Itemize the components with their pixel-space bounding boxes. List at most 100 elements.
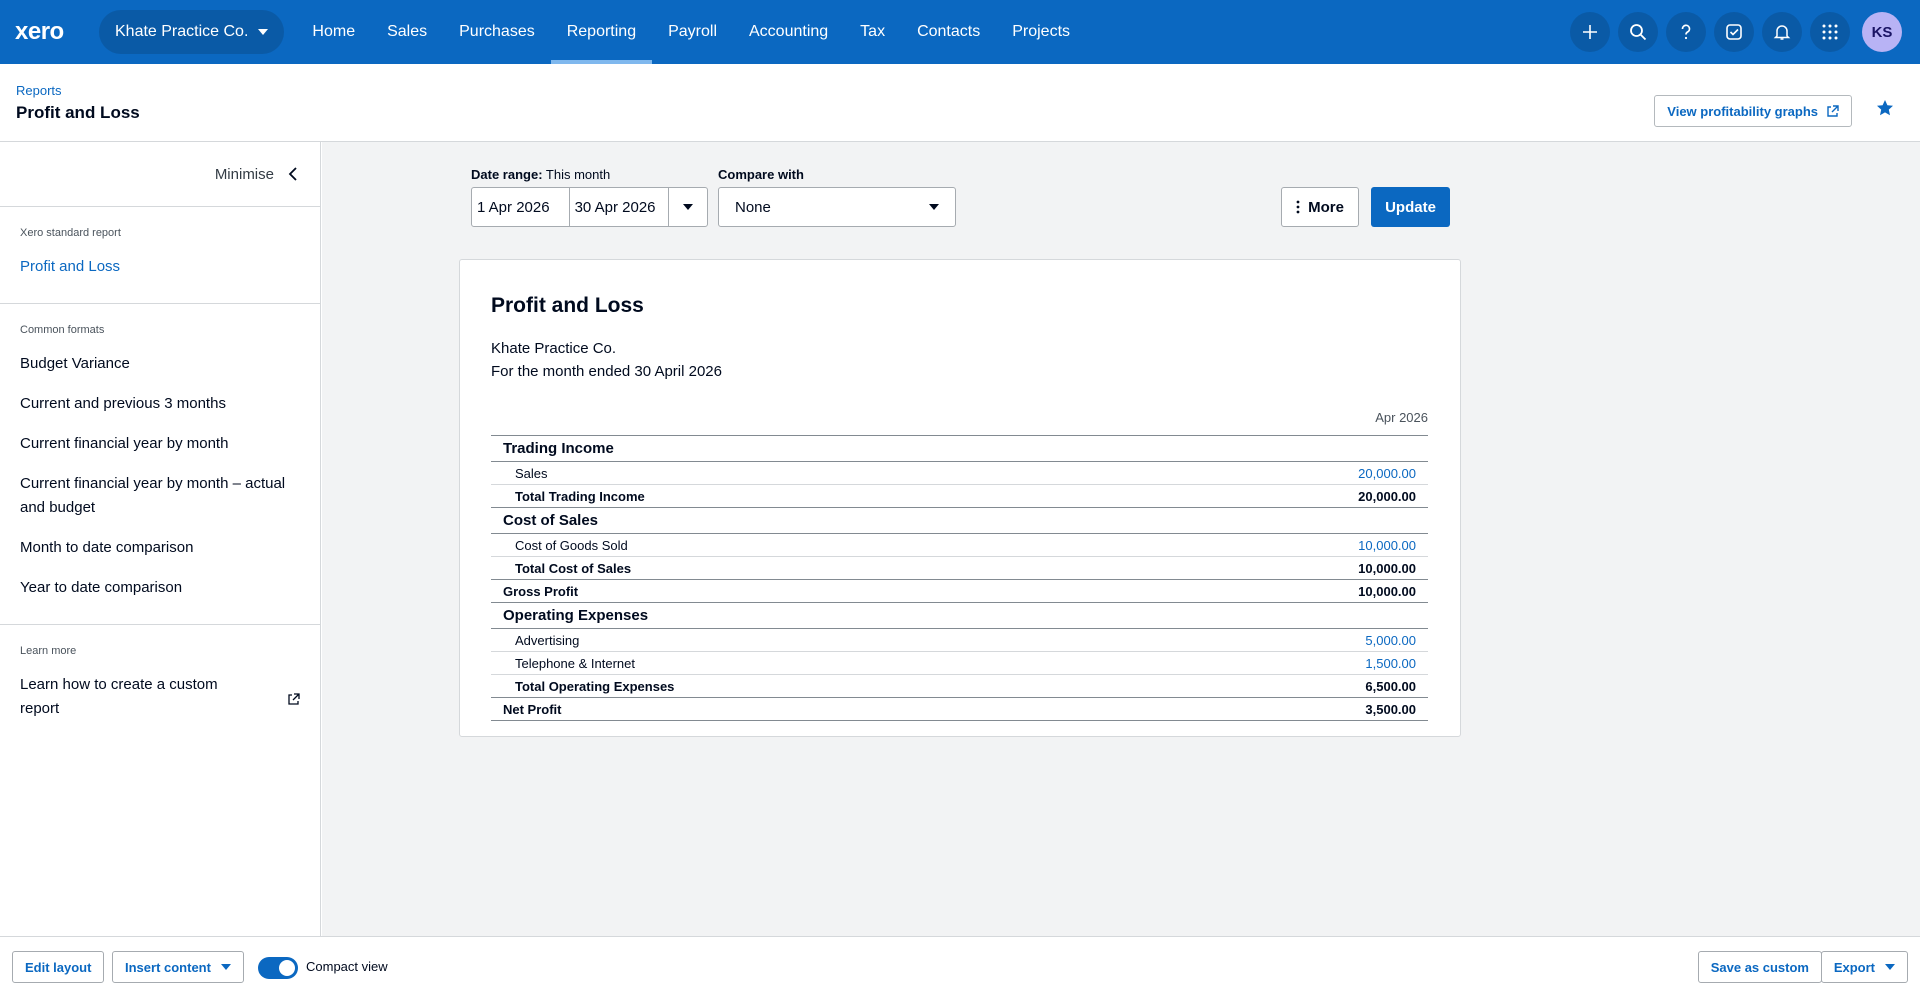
- report-row-summary: Gross Profit 10,000.00: [491, 580, 1428, 603]
- sidebar-item-current-financial-year-by-month[interactable]: Current financial year by month: [20, 426, 300, 466]
- section-heading: Learn more: [20, 645, 77, 657]
- report-column-header: Apr 2026: [1375, 410, 1428, 425]
- report-row-section: Cost of Sales: [491, 508, 1428, 534]
- report-row-item: Telephone & Internet 1,500.00: [491, 652, 1428, 675]
- compare-with-value: None: [735, 198, 771, 216]
- report-row-summary: Net Profit 3,500.00: [491, 698, 1428, 721]
- compare-with-label: Compare with: [718, 167, 804, 182]
- nav-payroll[interactable]: Payroll: [652, 0, 733, 64]
- nav-projects[interactable]: Projects: [996, 0, 1086, 64]
- report-row-label: Gross Profit: [503, 583, 579, 599]
- section-heading: Common formats: [20, 324, 105, 336]
- date-to-field[interactable]: 30 Apr 2026: [570, 188, 670, 226]
- apps-grid-icon[interactable]: [1810, 12, 1850, 52]
- external-link-icon: [1827, 104, 1839, 117]
- update-button[interactable]: Update: [1371, 187, 1450, 227]
- chevron-left-icon: [288, 167, 297, 181]
- nav-accounting[interactable]: Accounting: [733, 0, 844, 64]
- common-formats-section: Common formats Budget Variance Current a…: [0, 304, 320, 625]
- insert-content-label: Insert content: [125, 959, 211, 975]
- minimise-label: Minimise: [214, 165, 274, 183]
- report-row-total: Total Operating Expenses 6,500.00: [491, 675, 1428, 698]
- report-organisation: Khate Practice Co.: [491, 340, 617, 357]
- report-row-label: Total Cost of Sales: [515, 560, 632, 576]
- date-range-label: Date range: This month: [471, 167, 610, 182]
- nav-contacts[interactable]: Contacts: [901, 0, 996, 64]
- report-row-item: Sales 20,000.00: [491, 462, 1428, 485]
- help-icon[interactable]: [1666, 12, 1706, 52]
- sidebar-item-actual-and-budget[interactable]: Current financial year by month – actual…: [20, 466, 300, 530]
- save-as-custom-button[interactable]: Save as custom: [1697, 951, 1822, 983]
- chevron-down-icon: [929, 204, 939, 210]
- sidebar-item-year-to-date-comparison[interactable]: Year to date comparison: [20, 570, 300, 610]
- section-heading: Xero standard report: [20, 227, 121, 239]
- report-main: Date range: This month 1 Apr 2026 30 Apr…: [322, 142, 1920, 936]
- xero-logo[interactable]: xero: [15, 18, 81, 46]
- report-row-label: Total Trading Income: [515, 488, 645, 504]
- date-from-field[interactable]: 1 Apr 2026: [472, 188, 570, 226]
- top-navigation: xero Khate Practice Co. Home Sales Purch…: [0, 0, 1920, 64]
- report-row-label: Operating Expenses: [503, 607, 649, 624]
- sidebar-item-budget-variance[interactable]: Budget Variance: [20, 346, 300, 386]
- report-row-label: Telephone & Internet: [515, 655, 635, 671]
- organisation-switcher[interactable]: Khate Practice Co.: [99, 10, 285, 54]
- plus-icon[interactable]: [1570, 12, 1610, 52]
- insert-content-button[interactable]: Insert content: [112, 951, 244, 983]
- report-title: Profit and Loss: [491, 294, 644, 317]
- report-row-value[interactable]: 1,500.00: [1365, 656, 1416, 671]
- nav-icon-group: KS: [1570, 0, 1920, 64]
- compare-with-select[interactable]: None: [718, 187, 956, 227]
- report-row-value: 10,000.00: [1358, 560, 1416, 576]
- report-row-label: Net Profit: [503, 701, 562, 717]
- compact-view-toggle[interactable]: [258, 957, 298, 979]
- learn-custom-report-link[interactable]: Learn how to create a custom report: [20, 667, 300, 731]
- sidebar-item-current-and-previous-3-months[interactable]: Current and previous 3 months: [20, 386, 300, 426]
- nav-sales[interactable]: Sales: [371, 0, 443, 64]
- report-row-label: Advertising: [515, 632, 580, 648]
- chevron-down-icon: [258, 29, 269, 35]
- nav-tax[interactable]: Tax: [844, 0, 901, 64]
- sidebar-item-profit-and-loss[interactable]: Profit and Loss: [20, 249, 300, 289]
- report-row-value[interactable]: 20,000.00: [1358, 466, 1416, 481]
- toggle-knob: [279, 960, 295, 976]
- report-row-label: Cost of Sales: [503, 512, 599, 529]
- date-range-value: This month: [545, 167, 611, 182]
- more-button[interactable]: More: [1281, 187, 1359, 227]
- tasks-icon[interactable]: [1714, 12, 1754, 52]
- nav-purchases[interactable]: Purchases: [443, 0, 551, 64]
- minimise-button[interactable]: Minimise: [0, 142, 320, 207]
- report-row-value: 20,000.00: [1358, 488, 1416, 504]
- learn-more-section: Learn more Learn how to create a custom …: [0, 625, 320, 745]
- sidebar-item-month-to-date-comparison[interactable]: Month to date comparison: [20, 530, 300, 570]
- date-range-dropdown[interactable]: [669, 188, 707, 226]
- report-row-value: 10,000.00: [1358, 583, 1416, 599]
- user-avatar[interactable]: KS: [1862, 12, 1902, 52]
- report-document: Profit and Loss Khate Practice Co. For t…: [459, 259, 1461, 737]
- favourite-star-icon[interactable]: [1876, 99, 1894, 117]
- report-period: For the month ended 30 April 2026: [491, 363, 722, 380]
- report-row-total: Total Trading Income 20,000.00: [491, 485, 1428, 508]
- edit-layout-button[interactable]: Edit layout: [12, 951, 105, 983]
- export-button[interactable]: Export: [1820, 951, 1908, 983]
- report-row-section: Trading Income: [491, 436, 1428, 462]
- chevron-down-icon: [683, 204, 694, 210]
- report-row-value: 3,500.00: [1365, 701, 1416, 717]
- more-vertical-icon: [1296, 200, 1300, 214]
- nav-reporting[interactable]: Reporting: [550, 0, 653, 64]
- search-icon[interactable]: [1618, 12, 1658, 52]
- chevron-down-icon: [1885, 964, 1895, 970]
- report-row-item: Cost of Goods Sold 10,000.00: [491, 534, 1428, 557]
- breadcrumb-reports[interactable]: Reports: [16, 83, 62, 98]
- nav-home[interactable]: Home: [296, 0, 371, 64]
- footer-toolbar: Edit layout Insert content Compact view …: [0, 936, 1920, 993]
- report-row-value[interactable]: 10,000.00: [1358, 538, 1416, 553]
- report-row-label: Cost of Goods Sold: [515, 537, 628, 553]
- more-label: More: [1308, 198, 1344, 216]
- bell-icon[interactable]: [1762, 12, 1802, 52]
- date-range-picker: 1 Apr 2026 30 Apr 2026: [471, 187, 708, 227]
- compact-view-label: Compact view: [306, 959, 388, 974]
- report-row-value[interactable]: 5,000.00: [1365, 633, 1416, 648]
- external-link-icon: [288, 692, 300, 705]
- export-label: Export: [1833, 959, 1875, 975]
- view-profitability-graphs-button[interactable]: View profitability graphs: [1654, 95, 1852, 127]
